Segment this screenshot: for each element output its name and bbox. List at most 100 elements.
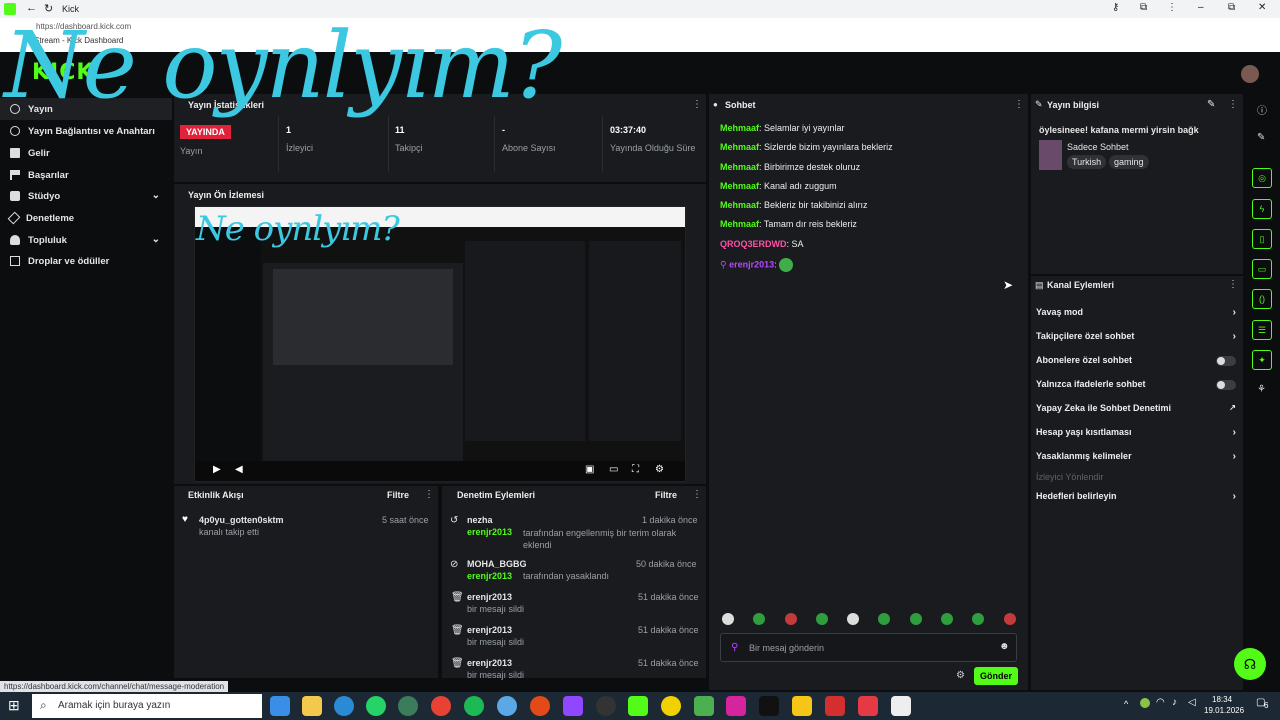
category-name[interactable]: Sadece Sohbet — [1067, 142, 1129, 152]
kebab-icon[interactable]: ⋮ — [692, 489, 702, 500]
play-icon[interactable]: ▶ — [213, 464, 221, 475]
rail-lightning-button[interactable]: ϟ — [1252, 199, 1272, 219]
rail-wrench-button[interactable]: ✦ — [1252, 350, 1272, 370]
action-set-goals[interactable]: Hedefleri belirleyin › — [1036, 491, 1236, 503]
moderation-actor[interactable]: erenjr2013 — [467, 527, 512, 537]
tag-chip[interactable]: Turkish — [1067, 155, 1107, 169]
edge-icon[interactable] — [334, 696, 354, 716]
file-explorer-icon[interactable] — [302, 696, 322, 716]
share-icon[interactable]: ⚘ — [1257, 384, 1266, 395]
kebab-icon[interactable]: ⋮ — [692, 99, 702, 110]
emote-icon[interactable] — [785, 613, 797, 625]
action-emotes-only[interactable]: Yalnızca ifadelerle sohbet — [1036, 379, 1236, 391]
emotes-only-toggle[interactable] — [1216, 380, 1236, 390]
action-slow-mode[interactable]: Yavaş mod › — [1036, 307, 1236, 319]
chat-username[interactable]: Mehmaaf — [720, 123, 759, 133]
obs-icon[interactable] — [596, 696, 616, 716]
action-account-age[interactable]: Hesap yaşı kısıtlaması › — [1036, 427, 1236, 439]
kebab-icon[interactable]: ⋮ — [1014, 99, 1024, 110]
sidebar-item-achievements[interactable]: Başarılar — [0, 164, 172, 186]
moderation-user[interactable]: nezha — [467, 515, 493, 525]
moderation-user[interactable]: MOHA_BGBG — [467, 559, 527, 569]
moderation-user[interactable]: erenjr2013 — [467, 658, 512, 668]
app-icon[interactable] — [694, 696, 714, 716]
app-icon[interactable] — [858, 696, 878, 716]
avatar[interactable] — [1241, 65, 1259, 83]
restore-icon[interactable]: ⧉ — [1228, 2, 1235, 13]
sidebar-item-drops[interactable]: Droplar ve ödüller — [0, 250, 172, 272]
tiktok-icon[interactable] — [759, 696, 779, 716]
chrome-icon[interactable] — [431, 696, 451, 716]
rail-chat-button[interactable]: ▭ — [1252, 259, 1272, 279]
activity-filter-button[interactable]: Filtre — [387, 490, 409, 500]
help-button[interactable]: ☊ — [1234, 648, 1266, 680]
mute-icon[interactable]: ◀ — [235, 464, 243, 475]
moderation-user[interactable]: erenjr2013 — [467, 625, 512, 635]
info-icon[interactable]: ⓘ — [1257, 102, 1267, 117]
emote-icon[interactable] — [816, 613, 828, 625]
fullscreen-icon[interactable]: ⛶ — [632, 464, 639, 475]
chrome-alt-icon[interactable] — [398, 696, 418, 716]
emote-icon[interactable] — [847, 613, 859, 625]
chat-input[interactable]: ⚲ Bir mesaj gönderin ☻ — [720, 633, 1017, 662]
kebab-icon[interactable]: ⋮ — [424, 489, 434, 500]
tag-chip[interactable]: gaming — [1109, 155, 1149, 169]
rail-note-button[interactable]: ▯ — [1252, 229, 1272, 249]
spotify-icon[interactable] — [464, 696, 484, 716]
edit-icon[interactable]: ✎ — [1207, 99, 1215, 110]
clock-date[interactable]: 19.01.2026 — [1204, 706, 1244, 715]
twitch-icon[interactable] — [563, 696, 583, 716]
chat-username[interactable]: erenjr2013 — [729, 259, 774, 269]
send-button[interactable]: Gönder — [974, 667, 1018, 685]
minimize-icon[interactable]: – — [1198, 2, 1204, 13]
app-icon[interactable] — [792, 696, 812, 716]
app-icon[interactable] — [661, 696, 681, 716]
sidebar-item-community[interactable]: Topluluk ⌄ — [0, 229, 172, 251]
tray-chevron-icon[interactable]: ^ — [1124, 699, 1128, 709]
pip-icon[interactable]: ▣ — [585, 464, 594, 475]
windows-start-icon[interactable]: ⊞ — [8, 697, 20, 714]
app-icon[interactable] — [825, 696, 845, 716]
chat-username[interactable]: QROQ3ERDWD — [720, 239, 787, 249]
sidebar-item-stream-key[interactable]: Yayın Bağlantısı ve Anahtarı — [0, 120, 172, 142]
emote-picker-icon[interactable] — [722, 613, 734, 625]
moderation-user[interactable]: erenjr2013 — [467, 592, 512, 602]
chat-username[interactable]: Mehmaaf — [720, 219, 759, 229]
taskbar-search[interactable]: ⌕ Aramak için buraya yazın — [32, 694, 262, 718]
settings-icon[interactable]: ⚙ — [655, 464, 664, 475]
moderation-filter-button[interactable]: Filtre — [655, 490, 677, 500]
chat-username[interactable]: Mehmaaf — [720, 162, 759, 172]
kebab-icon[interactable]: ⋮ — [1228, 279, 1238, 290]
close-icon[interactable]: ✕ — [1258, 2, 1266, 13]
emote-icon[interactable] — [1004, 613, 1016, 625]
activity-user[interactable]: 4p0yu_gotten0sktm — [199, 515, 284, 525]
mic-icon[interactable]: ♪ — [1172, 697, 1177, 708]
pencil-icon[interactable]: ✎ — [1257, 132, 1265, 143]
kebab-icon[interactable]: ⋮ — [1228, 99, 1238, 110]
emote-icon[interactable] — [753, 613, 765, 625]
chat-settings-icon[interactable]: ⚙ — [956, 670, 965, 681]
emote-icon[interactable] — [972, 613, 984, 625]
key-icon[interactable]: ⚷ — [1112, 2, 1119, 13]
brave-icon[interactable] — [530, 696, 550, 716]
extensions-icon[interactable]: ⧉ — [1140, 2, 1147, 13]
sidebar-item-moderation[interactable]: Denetleme — [0, 207, 172, 229]
action-banned-words[interactable]: Yasaklanmış kelimeler › — [1036, 451, 1236, 463]
subscribers-only-toggle[interactable] — [1216, 356, 1236, 366]
action-followers-only[interactable]: Takipçilere özel sohbet › — [1036, 331, 1236, 343]
chat-username[interactable]: Mehmaaf — [720, 200, 759, 210]
chat-username[interactable]: Mehmaaf — [720, 142, 759, 152]
whatsapp-icon[interactable] — [366, 696, 386, 716]
rail-code-button[interactable]: () — [1252, 289, 1272, 309]
chat-username[interactable]: Mehmaaf — [720, 181, 759, 191]
emote-icon[interactable] — [941, 613, 953, 625]
menu-icon[interactable]: ⋮ — [1167, 2, 1177, 13]
tray-app-icon[interactable] — [1140, 698, 1150, 708]
sidebar-item-studio[interactable]: Stüdyo ⌄ — [0, 185, 172, 207]
rail-list-button[interactable]: ☰ — [1252, 320, 1272, 340]
volume-icon[interactable]: ◁ — [1188, 697, 1196, 708]
theater-icon[interactable]: ▭ — [609, 464, 618, 475]
moderation-actor[interactable]: erenjr2013 — [467, 571, 512, 581]
instagram-icon[interactable] — [726, 696, 746, 716]
app-icon[interactable] — [891, 696, 911, 716]
